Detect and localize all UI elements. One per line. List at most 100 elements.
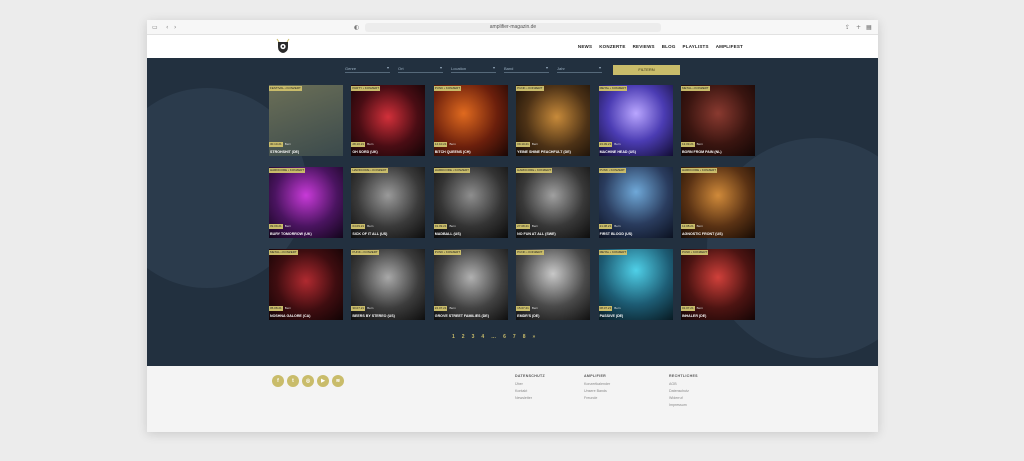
footer-link[interactable]: AGB <box>669 381 698 388</box>
share-icon[interactable]: ⇪ <box>845 24 850 31</box>
concert-card[interactable]: METAL • KONZERT 08.07.21 Bern PASSIVE (DE) <box>598 249 673 320</box>
filter-band[interactable]: Band ▾ <box>504 65 549 73</box>
card-location: Bern <box>614 306 621 310</box>
footer-link[interactable]: Datenschutz <box>669 388 698 395</box>
concert-card[interactable]: HARDCORE • KONZERT 04.09.21 Bern SICK OF IT… <box>351 167 426 238</box>
card-tag: PUNK • KONZERT <box>516 250 544 255</box>
footer-heading: AMPLIFIER <box>584 374 607 378</box>
card-location: Bern <box>531 224 539 228</box>
instagram-icon[interactable]: ◎ <box>302 375 314 387</box>
card-location: Bern <box>367 142 374 146</box>
page-ellipsis: … <box>491 334 497 340</box>
card-date-row: 15.07.21 Bern <box>516 306 540 311</box>
back-icon[interactable]: ‹ <box>166 24 168 31</box>
nav-item-konzerte[interactable]: KONZERTE <box>599 44 625 49</box>
concert-card[interactable]: PUNK • KONZERT 14.10.21 Bern BITCH QUEENS (… <box>433 85 508 156</box>
page-link[interactable]: 1 <box>452 334 455 340</box>
card-date: 28.10.21 <box>351 142 366 147</box>
card-tag: FESTIVAL • KONZERT <box>269 86 302 91</box>
nav-item-reviews[interactable]: REVIEWS <box>633 44 655 49</box>
tabs-overview-icon[interactable]: ▦ <box>866 24 872 31</box>
footer-link[interactable]: Kontakt <box>515 388 545 395</box>
card-date-row: 09.10.21 Bern <box>516 142 540 147</box>
site-footer: f t ◎ ▶ ≋ DATENSCHUTZ Über Kontakt Newsl… <box>147 366 878 432</box>
card-tag: HARDCORE • KONZERT <box>269 168 306 173</box>
url-text: amplifier-magazin.de <box>489 24 537 30</box>
concert-card[interactable]: PUNK • KONZERT 21.08.21 Bern FIRST BLOOD (U… <box>598 167 673 238</box>
footer-link[interactable]: Konzertkalender <box>584 381 610 388</box>
concert-card[interactable]: HARDCORE • KONZERT 09.09.21 Bern BURY TOMOR… <box>269 167 343 238</box>
page-link[interactable]: 6 <box>503 334 506 340</box>
footer-link[interactable]: Unsere Bands <box>584 388 610 395</box>
filter-genre[interactable]: Genre ▾ <box>345 65 390 73</box>
card-location: Bern <box>449 306 456 310</box>
chevron-down-icon: ▾ <box>492 65 495 70</box>
social-links: f t ◎ ▶ ≋ <box>272 375 344 387</box>
card-location: Bern <box>284 224 292 228</box>
footer-link[interactable]: Widerruf <box>669 395 698 402</box>
facebook-icon[interactable]: f <box>272 375 284 387</box>
concert-card[interactable]: PUNK • KONZERT 15.07.21 Bern EMDR'S (DE) <box>516 249 591 320</box>
page-link[interactable]: 3 <box>472 334 475 340</box>
card-date: 21.08.21 <box>598 224 613 229</box>
footer-link[interactable]: Newsletter <box>515 395 545 402</box>
page-link[interactable]: 7 <box>513 334 516 340</box>
card-location: Bern <box>367 224 374 228</box>
concert-card[interactable]: HARDCORE • KONZERT 27.08.21 Bern NO FUN AT … <box>516 167 591 238</box>
page-link[interactable]: 2 <box>462 334 465 340</box>
shield-icon: ◐ <box>354 24 360 31</box>
card-title: EMDR'S (DE) <box>517 314 540 318</box>
card-title: INHALER (DE) <box>681 314 707 318</box>
card-tag: METAL • KONZERT <box>598 86 628 91</box>
concert-card[interactable]: PUNK • KONZERT 01.07.21 Bern INHALER (DE) <box>680 249 755 320</box>
concert-card[interactable]: HARDCORE • KONZERT 12.08.21 Bern AGNOSTIC F… <box>680 167 755 238</box>
footer-link[interactable]: Über <box>515 381 545 388</box>
card-tag: PARTY • KONZERT <box>351 86 381 91</box>
twitter-icon[interactable]: t <box>287 375 299 387</box>
page-link[interactable]: 8 <box>523 334 526 340</box>
card-location: Bern <box>696 142 703 146</box>
new-tab-icon[interactable]: + <box>856 24 861 31</box>
card-date: 14.10.21 <box>433 142 448 147</box>
concert-card[interactable]: FESTIVAL • KONZERT 30.10.21 Bern STROHSHIT … <box>269 85 343 156</box>
concert-card[interactable]: PUNK • KONZERT 09.10.21 Bern YEINE SHINE PE… <box>516 85 591 156</box>
nav-item-news[interactable]: NEWS <box>578 44 592 49</box>
nav-item-amplifest[interactable]: AMPLIFEST <box>716 44 743 49</box>
filter-ort[interactable]: Ort ▾ <box>398 65 443 73</box>
concert-card[interactable]: PUNK • KONZERT 30.07.21 Bern BEERS BY STERE… <box>351 249 426 320</box>
nav-item-blog[interactable]: BLOG <box>662 44 676 49</box>
site-logo[interactable] <box>275 38 291 54</box>
chevron-down-icon: ▾ <box>545 65 548 70</box>
browser-toolbar: ▭ ‹ › ◐ amplifier-magazin.de ⇪ + ▦ <box>147 20 878 35</box>
card-date: 27.08.21 <box>516 224 530 229</box>
address-bar[interactable]: amplifier-magazin.de <box>365 23 661 32</box>
filter-jahr[interactable]: Jahr ▾ <box>557 65 602 73</box>
card-date: 01.09.21 <box>433 224 448 229</box>
card-title: AGNOSTIC FRONT (US) <box>681 232 723 236</box>
filter-location[interactable]: Location ▾ <box>451 65 496 73</box>
concert-card[interactable]: METAL • KONZERT 05.08.21 Bern NOSHNA GALORE… <box>269 249 343 320</box>
concert-card[interactable]: PUNK • KONZERT 22.07.21 Bern GROVE STREET F… <box>433 249 508 320</box>
concert-card[interactable]: PARTY • KONZERT 28.10.21 Bern OH SORD (UK) <box>351 85 426 156</box>
card-title: NOSHNA GALORE (CA) <box>270 314 311 318</box>
page-link[interactable]: 4 <box>481 334 484 340</box>
filter-label: Location <box>451 66 467 71</box>
card-tag: PUNK • KONZERT <box>680 250 709 255</box>
card-title: MADBALL (US) <box>434 232 461 236</box>
next-page-link[interactable]: » <box>532 334 535 340</box>
youtube-icon[interactable]: ▶ <box>317 375 329 387</box>
concert-card[interactable]: METAL • KONZERT 23.09.21 Bern MACHINE HEAD … <box>598 85 673 156</box>
card-location: Bern <box>284 142 292 146</box>
footer-link[interactable]: Freunde <box>584 395 610 402</box>
sidebar-icon[interactable]: ▭ <box>152 24 158 31</box>
spotify-icon[interactable]: ≋ <box>332 375 344 387</box>
filter-submit-button[interactable]: FILTERN <box>613 65 680 75</box>
card-title: BEERS BY STEREO (US) <box>352 314 395 318</box>
concert-card[interactable]: METAL • KONZERT 13.09.21 Bern BORN FROM PAI… <box>680 85 755 156</box>
card-tag: PUNK • KONZERT <box>351 250 379 255</box>
concert-card[interactable]: HARDCORE • KONZERT 01.09.21 Bern MADBALL (U… <box>433 167 508 238</box>
card-date: 12.08.21 <box>680 224 695 229</box>
footer-link[interactable]: Impressum <box>669 402 698 409</box>
forward-icon[interactable]: › <box>174 24 176 31</box>
nav-item-playlists[interactable]: PLAYLISTS <box>683 44 709 49</box>
